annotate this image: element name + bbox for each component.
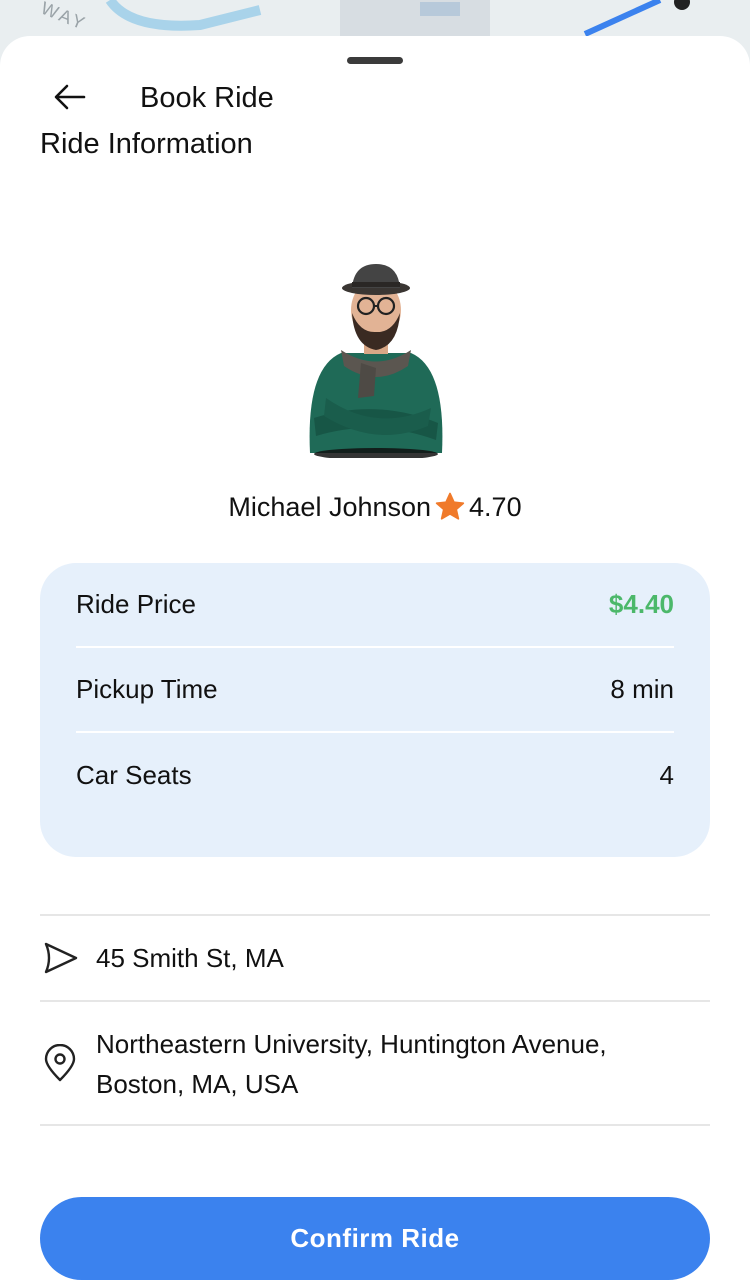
pickup-location[interactable]: 45 Smith St, MA [40,914,710,1000]
pickup-time-value: 8 min [610,674,674,704]
section-title: Ride Information [40,128,253,160]
car-seats-value: 4 [659,760,674,790]
map-pin-icon [40,1024,96,1084]
ride-price-value: $4.40 [608,589,674,619]
car-seats-label: Car Seats [76,760,192,790]
destination-address: Northeastern University, Huntington Aven… [96,1029,607,1099]
sheet-drag-handle[interactable] [347,57,403,64]
arrow-left-icon [54,84,86,115]
pickup-address: 45 Smith St, MA [96,943,284,973]
page-title: Book Ride [140,82,274,114]
back-button[interactable] [50,82,90,116]
ride-price-label: Ride Price [76,589,196,619]
navigation-icon [40,938,96,978]
ride-info-card: Ride Price $4.40 Pickup Time 8 min Car S… [40,563,710,857]
driver-avatar [296,258,456,460]
pickup-time-label: Pickup Time [76,674,218,704]
driver-info: Michael Johnson 4.70 [0,490,750,524]
bottom-sheet: Book Ride Ride Information Michael Johns… [0,36,750,1286]
ride-price-row: Ride Price $4.40 [76,563,674,648]
driver-rating: 4.70 [469,491,522,522]
star-icon [433,490,467,524]
driver-name: Michael Johnson [228,491,432,522]
car-seats-row: Car Seats 4 [76,733,674,818]
pickup-time-row: Pickup Time 8 min [76,648,674,733]
confirm-ride-button[interactable]: Confirm Ride [40,1197,710,1280]
destination-location[interactable]: Northeastern University, Huntington Aven… [40,1000,710,1126]
